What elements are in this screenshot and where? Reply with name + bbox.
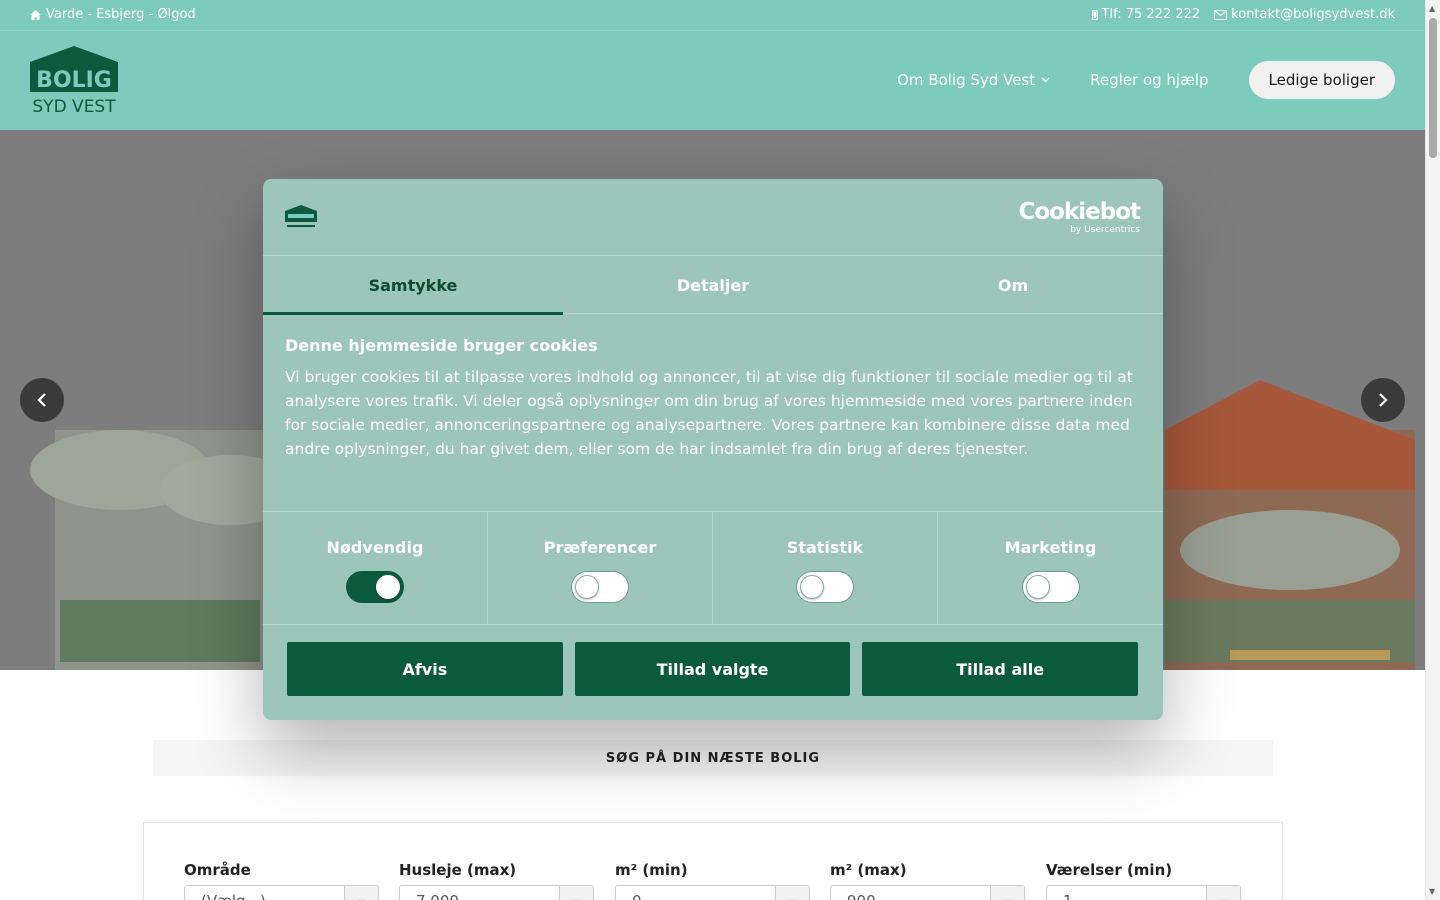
toggle-knob <box>376 575 400 599</box>
scroll-down-icon[interactable]: ▼ <box>1429 887 1435 896</box>
deny-button[interactable]: Afvis <box>287 642 563 696</box>
statistics-toggle[interactable] <box>796 571 854 603</box>
tab-details[interactable]: Detaljer <box>563 256 863 314</box>
allow-selected-button[interactable]: Tillad valgte <box>574 642 851 696</box>
cookiebot-sub: by Usercentrics <box>1070 225 1140 235</box>
category-marketing-label: Marketing <box>1004 538 1097 557</box>
dialog-logo-icon <box>285 205 317 227</box>
category-statistics: Statistik <box>713 512 938 625</box>
page-scrollbar[interactable]: ▲ ▼ <box>1425 0 1440 900</box>
category-necessary-label: Nødvendig <box>326 538 424 557</box>
dialog-actions: Afvis Tillad valgte Tillad alle <box>287 642 1139 696</box>
consent-categories: Nødvendig Præferencer Statistik Marketin… <box>263 511 1163 625</box>
category-marketing: Marketing <box>938 512 1163 625</box>
cookiebot-brand[interactable]: Cookiebot by Usercentrics <box>1018 199 1141 236</box>
cookie-consent-dialog: Cookiebot by Usercentrics Samtykke Detal… <box>263 179 1163 720</box>
dialog-tabs: Samtykke Detaljer Om <box>263 256 1163 315</box>
marketing-toggle[interactable] <box>1021 571 1080 603</box>
tab-about[interactable]: Om <box>863 256 1163 314</box>
dialog-body: Denne hjemmeside bruger cookies Vi bruge… <box>285 336 1145 461</box>
toggle-knob <box>800 575 824 599</box>
necessary-toggle[interactable] <box>346 571 404 603</box>
cookie-overlay: Cookiebot by Usercentrics Samtykke Detal… <box>0 0 1425 900</box>
category-necessary: Nødvendig <box>263 512 488 625</box>
category-preferences: Præferencer <box>488 512 713 625</box>
preferences-toggle[interactable] <box>571 571 629 603</box>
toggle-knob <box>1025 575 1050 599</box>
allow-all-button[interactable]: Tillad alle <box>862 642 1139 696</box>
scroll-up-icon[interactable]: ▲ <box>1429 4 1435 13</box>
toggle-knob <box>575 575 599 599</box>
cookiebot-name: Cookiebot <box>1018 199 1141 225</box>
tab-consent[interactable]: Samtykke <box>263 256 563 315</box>
dialog-description: Vi bruger cookies til at tilpasse vores … <box>285 368 1133 458</box>
category-statistics-label: Statistik <box>786 538 864 557</box>
scrollbar-thumb[interactable] <box>1429 18 1437 158</box>
category-preferences-label: Præferencer <box>543 538 657 557</box>
dialog-title: Denne hjemmeside bruger cookies <box>285 336 598 355</box>
dialog-header: Cookiebot by Usercentrics <box>263 179 1163 256</box>
